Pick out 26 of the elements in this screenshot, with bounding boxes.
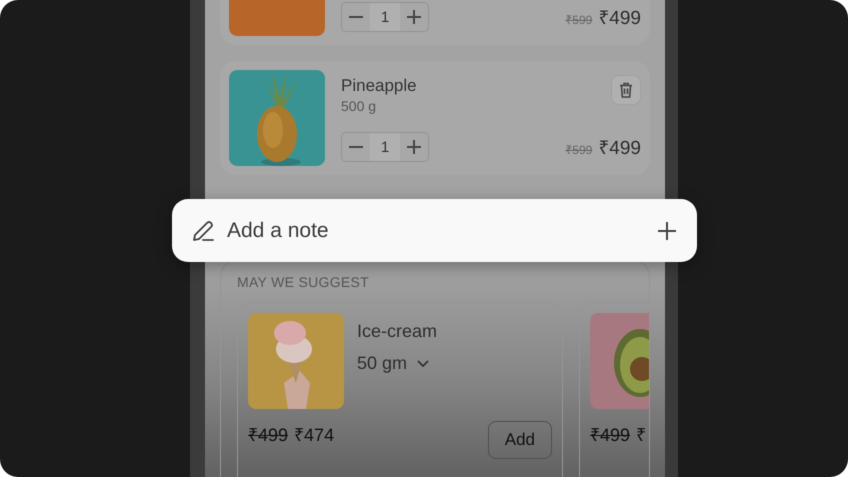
minus-icon — [349, 146, 363, 148]
delete-button[interactable] — [611, 75, 641, 105]
plus-icon — [407, 10, 421, 24]
section-title: MAY WE SUGGEST — [237, 274, 370, 290]
price: ₹ — [636, 425, 646, 445]
price: ₹499 — [598, 7, 641, 30]
quantity-value: 1 — [370, 3, 400, 31]
minus-icon — [349, 16, 363, 18]
chevron-down-icon — [417, 360, 430, 367]
original-price: ₹599 — [565, 142, 592, 158]
price: ₹474 — [294, 425, 334, 445]
add-button[interactable]: Add — [488, 421, 552, 459]
product-name: Pineapple — [341, 76, 418, 96]
quantity-value: 1 — [370, 133, 400, 161]
original-price: ₹599 — [565, 12, 592, 28]
add-note-button[interactable]: Add a note — [172, 199, 697, 262]
original-price: ₹499 — [590, 425, 630, 445]
price: ₹499 — [598, 137, 641, 160]
size-dropdown[interactable]: 50 gm — [357, 353, 430, 374]
trash-icon — [619, 82, 633, 98]
plus-icon — [407, 140, 421, 154]
product-name: Ice-cream — [357, 321, 438, 342]
plus-icon — [657, 220, 677, 240]
original-price: ₹499 — [248, 425, 288, 445]
product-weight: 500 g — [341, 98, 378, 114]
pencil-icon — [192, 220, 215, 242]
